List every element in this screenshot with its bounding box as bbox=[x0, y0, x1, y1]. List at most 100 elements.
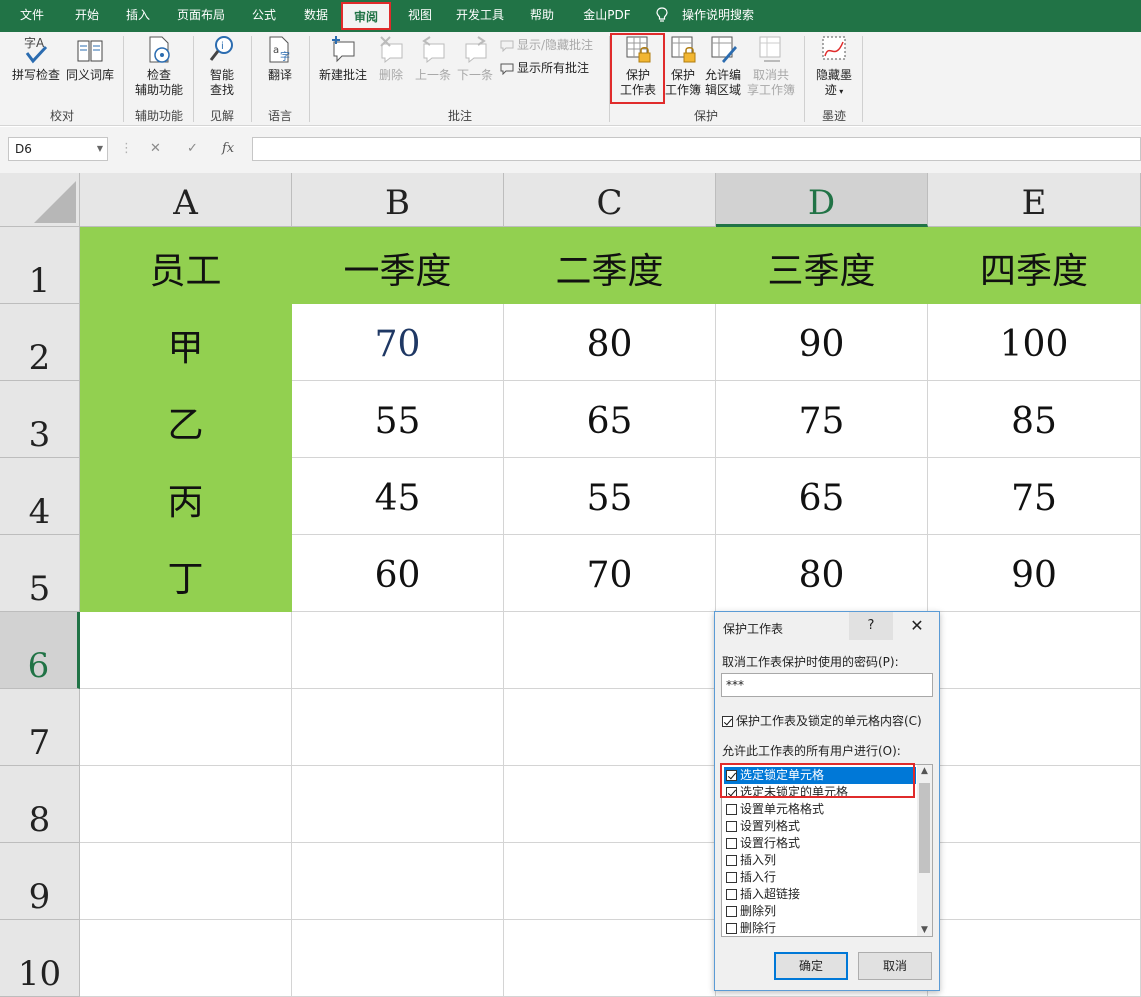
row-header-4[interactable]: 4 bbox=[0, 458, 80, 535]
translate-button[interactable]: a 字 翻译 bbox=[256, 34, 304, 83]
cell-e7[interactable] bbox=[928, 689, 1141, 766]
cell-c4[interactable]: 55 bbox=[504, 458, 716, 535]
password-input[interactable]: *** bbox=[721, 673, 933, 697]
row-header-9[interactable]: 9 bbox=[0, 843, 80, 920]
protect-contents-checkbox[interactable]: 保护工作表及锁定的单元格内容(C) bbox=[722, 712, 922, 729]
scrollbar-thumb[interactable] bbox=[919, 783, 930, 873]
cell-d3[interactable]: 75 bbox=[716, 381, 928, 458]
show-all-comments-button[interactable]: 显示所有批注 bbox=[500, 60, 589, 76]
cell-a10[interactable] bbox=[80, 920, 292, 997]
cell-c9[interactable] bbox=[504, 843, 716, 920]
row-header-6[interactable]: 6 bbox=[0, 612, 80, 689]
ok-button[interactable]: 确定 bbox=[774, 952, 848, 980]
cell-e4[interactable]: 75 bbox=[928, 458, 1141, 535]
cancel-button[interactable]: 取消 bbox=[858, 952, 932, 980]
tab-review[interactable]: 审阅 bbox=[341, 2, 391, 30]
checkbox-icon[interactable] bbox=[726, 889, 737, 900]
tab-developer[interactable]: 开发工具 bbox=[448, 0, 512, 30]
cell-c7[interactable] bbox=[504, 689, 716, 766]
scroll-down-icon[interactable]: ▼ bbox=[917, 925, 932, 935]
cell-e5[interactable]: 90 bbox=[928, 535, 1141, 612]
checkbox-icon[interactable] bbox=[726, 906, 737, 917]
column-header-b[interactable]: B bbox=[292, 173, 504, 227]
protect-workbook-button[interactable]: 保护 工作簿 bbox=[664, 34, 702, 98]
checkbox-icon[interactable] bbox=[726, 855, 737, 866]
cell-a6[interactable] bbox=[80, 612, 292, 689]
row-header-8[interactable]: 8 bbox=[0, 766, 80, 843]
checkbox-icon[interactable] bbox=[726, 821, 737, 832]
check-accessibility-button[interactable]: 检查 辅助功能 bbox=[128, 34, 190, 98]
cell-c2[interactable]: 80 bbox=[504, 304, 716, 381]
checkbox-icon[interactable] bbox=[726, 872, 737, 883]
tab-file[interactable]: 文件 bbox=[10, 0, 54, 30]
row-header-2[interactable]: 2 bbox=[0, 304, 80, 381]
thesaurus-button[interactable]: 同义词库 bbox=[62, 34, 118, 83]
permission-item[interactable]: 插入行 bbox=[724, 869, 916, 886]
cell-b2[interactable]: 70 bbox=[292, 304, 504, 381]
cell-e8[interactable] bbox=[928, 766, 1141, 843]
close-icon[interactable]: ✕ bbox=[895, 612, 939, 640]
smart-lookup-button[interactable]: i 智能 查找 bbox=[198, 34, 246, 98]
permission-item[interactable]: 删除列 bbox=[724, 903, 916, 920]
column-header-a[interactable]: A bbox=[80, 173, 292, 227]
permission-item[interactable]: 插入超链接 bbox=[724, 886, 916, 903]
formula-input[interactable] bbox=[252, 137, 1141, 161]
cell-a7[interactable] bbox=[80, 689, 292, 766]
cell-d2[interactable]: 90 bbox=[716, 304, 928, 381]
checkbox-icon[interactable] bbox=[726, 923, 737, 934]
cell-e1[interactable]: 四季度 bbox=[928, 227, 1141, 304]
cell-a5[interactable]: 丁 bbox=[80, 535, 292, 612]
tab-page-layout[interactable]: 页面布局 bbox=[170, 0, 232, 30]
name-box[interactable]: D6 ▼ bbox=[8, 137, 108, 161]
cell-b4[interactable]: 45 bbox=[292, 458, 504, 535]
permission-item[interactable]: 插入列 bbox=[724, 852, 916, 869]
tell-me-search[interactable]: 操作说明搜索 bbox=[676, 0, 760, 30]
row-header-7[interactable]: 7 bbox=[0, 689, 80, 766]
hide-ink-button[interactable]: 隐藏墨 迹 ▾ bbox=[810, 34, 858, 99]
protect-sheet-button[interactable]: 保护 工作表 bbox=[612, 34, 664, 98]
chevron-down-icon[interactable]: ▼ bbox=[97, 138, 103, 160]
cell-d1[interactable]: 三季度 bbox=[716, 227, 928, 304]
cell-b1[interactable]: 一季度 bbox=[292, 227, 504, 304]
permission-item[interactable]: 设置行格式 bbox=[724, 835, 916, 852]
cell-b7[interactable] bbox=[292, 689, 504, 766]
row-header-1[interactable]: 1 bbox=[0, 227, 80, 304]
tab-formulas[interactable]: 公式 bbox=[242, 0, 286, 30]
cell-d5[interactable]: 80 bbox=[716, 535, 928, 612]
tab-help[interactable]: 帮助 bbox=[520, 0, 564, 30]
cell-b5[interactable]: 60 bbox=[292, 535, 504, 612]
cancel-icon[interactable]: ✕ bbox=[150, 141, 161, 156]
cell-a1[interactable]: 员工 bbox=[80, 227, 292, 304]
select-all-corner[interactable] bbox=[0, 173, 80, 227]
cell-b8[interactable] bbox=[292, 766, 504, 843]
cell-a4[interactable]: 丙 bbox=[80, 458, 292, 535]
cell-c3[interactable]: 65 bbox=[504, 381, 716, 458]
cell-a2[interactable]: 甲 bbox=[80, 304, 292, 381]
unshare-workbook-button[interactable]: 取消共 享工作簿 bbox=[744, 34, 798, 98]
cell-c5[interactable]: 70 bbox=[504, 535, 716, 612]
cell-d4[interactable]: 65 bbox=[716, 458, 928, 535]
cell-e3[interactable]: 85 bbox=[928, 381, 1141, 458]
cell-e2[interactable]: 100 bbox=[928, 304, 1141, 381]
cell-b10[interactable] bbox=[292, 920, 504, 997]
delete-comment-button[interactable]: 删除 bbox=[372, 34, 410, 83]
permissions-scrollbar[interactable]: ▲ ▼ bbox=[917, 765, 932, 936]
enter-icon[interactable]: ✓ bbox=[187, 141, 198, 156]
row-header-5[interactable]: 5 bbox=[0, 535, 80, 612]
cell-b3[interactable]: 55 bbox=[292, 381, 504, 458]
cell-a3[interactable]: 乙 bbox=[80, 381, 292, 458]
tab-view[interactable]: 视图 bbox=[398, 0, 442, 30]
insert-function-icon[interactable]: fx bbox=[222, 141, 234, 156]
checkbox-icon[interactable] bbox=[726, 804, 737, 815]
cell-a9[interactable] bbox=[80, 843, 292, 920]
allow-edit-ranges-button[interactable]: 允许编 辑区域 bbox=[702, 34, 744, 98]
cell-c10[interactable] bbox=[504, 920, 716, 997]
cell-b6[interactable] bbox=[292, 612, 504, 689]
permission-item[interactable]: 删除行 bbox=[724, 920, 916, 936]
permission-item[interactable]: 设置单元格格式 bbox=[724, 801, 916, 818]
cell-c1[interactable]: 二季度 bbox=[504, 227, 716, 304]
spell-check-button[interactable]: 字A 拼写检查 bbox=[8, 34, 64, 83]
cell-a8[interactable] bbox=[80, 766, 292, 843]
tab-data[interactable]: 数据 bbox=[294, 0, 338, 30]
permission-item[interactable]: 设置列格式 bbox=[724, 818, 916, 835]
